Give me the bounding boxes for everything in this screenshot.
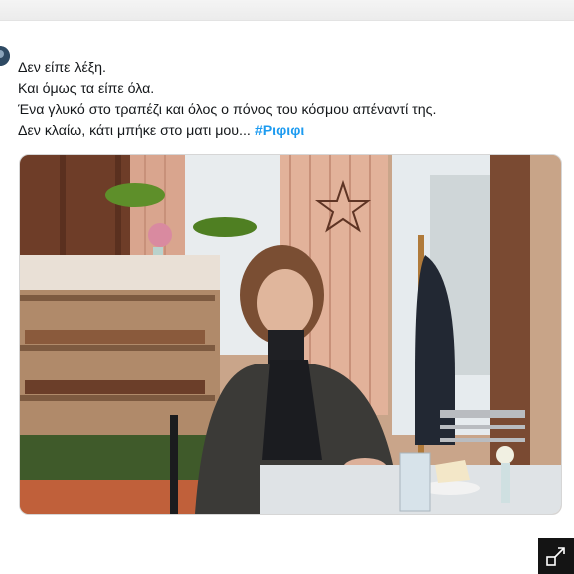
expand-button[interactable] (538, 538, 574, 574)
top-bar (0, 0, 574, 21)
expand-icon (546, 547, 565, 566)
tweet-line: Και όμως τα είπε όλα. (18, 81, 155, 97)
avatar[interactable] (0, 46, 10, 66)
hashtag-link[interactable]: #Ριφιφι (255, 123, 304, 139)
cafe-photo (20, 155, 561, 514)
tweet-photo[interactable] (19, 154, 562, 515)
tweet-text: Δεν είπε λέξη. Και όμως τα είπε όλα. Ένα… (18, 58, 563, 142)
tweet-page: Δεν είπε λέξη. Και όμως τα είπε όλα. Ένα… (0, 0, 574, 574)
tweet-line: Ένα γλυκό στο τραπέζι και όλος ο πόνος τ… (18, 102, 437, 118)
tweet-line-text: Δεν κλαίω, κάτι μπήκε στο ματι μου... (18, 123, 251, 139)
tweet-line: Δεν κλαίω, κάτι μπήκε στο ματι μου... #Ρ… (18, 121, 563, 142)
tweet-line: Δεν είπε λέξη. (18, 60, 106, 76)
